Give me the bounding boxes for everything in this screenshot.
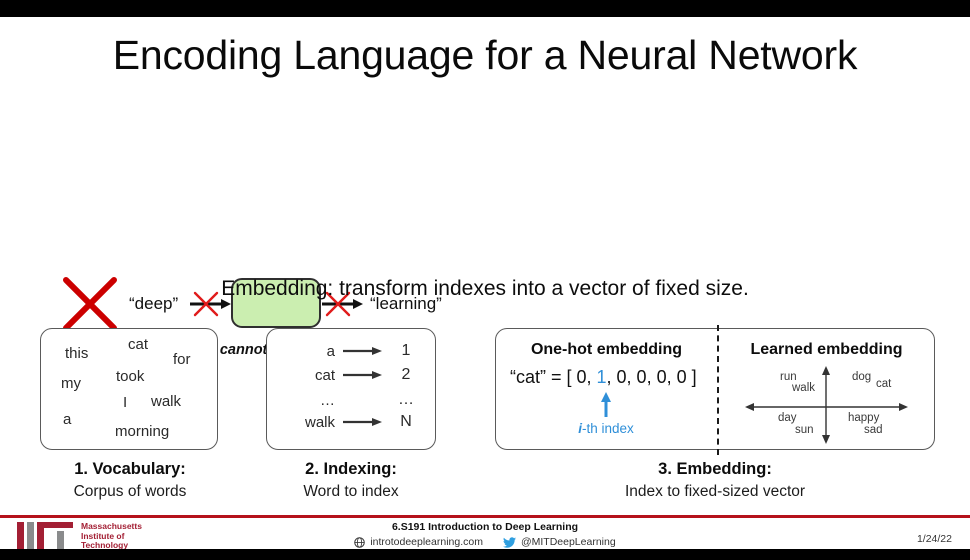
indexing-caption-title: 2. Indexing: [305, 460, 397, 478]
footer-date: 1/24/22 [916, 533, 952, 545]
twitter-bird-icon [502, 536, 516, 548]
index-row-word: walk [304, 413, 335, 431]
footer-twitter-text: @MITDeepLearning [520, 536, 616, 548]
embedding-word: walk [792, 382, 816, 394]
vocab-word: this [65, 345, 89, 362]
index-row-word: … [320, 391, 335, 409]
embedding-caption-title: 3. Embedding: [658, 460, 772, 478]
bottom-black-bar [0, 549, 970, 560]
vocab-word: walk [151, 393, 182, 410]
indexing-caption-subtitle: Word to index [303, 483, 399, 500]
index-arrow-icon [343, 345, 383, 357]
index-arrow-icon [343, 369, 383, 381]
embedding-axes-icon [744, 365, 909, 445]
indexing-box: a 1 cat 2 … … walk N [266, 328, 436, 450]
index-row: walk N [289, 413, 421, 431]
index-arrow-icon [343, 416, 383, 428]
footer-website-text: introtodeeplearning.com [370, 536, 483, 548]
i-th-index-text: -th index [581, 421, 634, 436]
footer-accent-rule [0, 515, 970, 518]
learned-heading: Learned embedding [750, 341, 903, 358]
footer-website-link[interactable]: introtodeeplearning.com [354, 536, 483, 548]
index-row-word: a [326, 342, 335, 360]
embedding-caption: 3. Embedding: Index to fixed-sized vecto… [560, 460, 870, 501]
embedding-word: day [778, 412, 797, 424]
one-hot-expr-prefix: “cat” = [ 0, [510, 367, 597, 387]
index-row-index: 1 [401, 342, 411, 359]
vocab-word: I [123, 394, 128, 411]
footer-links: introtodeeplearning.com @MITDeepLearning [0, 536, 970, 548]
one-hot-heading: One-hot embedding [530, 341, 683, 358]
index-row-word: cat [314, 366, 335, 384]
footer-center: 6.S191 Introduction to Deep Learning int… [0, 521, 970, 548]
slide-canvas: Encoding Language for a Neural Network “… [0, 0, 970, 560]
index-row-index: 2 [401, 366, 411, 383]
i-th-index-label: i-th index [536, 421, 676, 436]
embedding-word: dog [852, 371, 872, 383]
index-row-index: … [398, 391, 414, 408]
vocab-word: cat [128, 336, 149, 353]
embedding-box: One-hot embedding “cat” = [ 0, 1, 0, 0, … [495, 325, 935, 455]
embedding-word: happy [848, 412, 880, 424]
index-arrow-placeholder [343, 394, 383, 406]
page-title: Encoding Language for a Neural Network [112, 32, 858, 78]
embedding-caption-subtitle: Index to fixed-sized vector [624, 483, 806, 500]
vocab-word: took [116, 368, 145, 385]
vocabulary-caption: 1. Vocabulary: Corpus of words [25, 460, 235, 501]
footer-twitter-link[interactable]: @MITDeepLearning [502, 536, 616, 548]
index-row-index: N [400, 413, 412, 430]
globe-icon [354, 536, 366, 548]
vocabulary-caption-title: 1. Vocabulary: [74, 460, 186, 478]
vocabulary-caption-subtitle: Corpus of words [73, 483, 187, 500]
embedding-word: sad [864, 424, 883, 436]
i-th-index-arrow-icon [599, 392, 613, 418]
index-row-ellipsis: … … [289, 391, 421, 409]
top-black-bar [0, 0, 970, 17]
one-hot-expression: “cat” = [ 0, 1, 0, 0, 0, 0 ] [510, 367, 697, 388]
vocabulary-box: this cat for my took I walk a morning [40, 328, 218, 450]
embedding-word: sun [795, 424, 814, 436]
embedding-statement: Embedding: transform indexes into a vect… [221, 277, 749, 300]
footer-course-name: 6.S191 Introduction to Deep Learning [391, 521, 579, 533]
panel-requires-numerical-inputs: 0.1 0.8 0.6 0.9 0.2 0.4 [500, 130, 970, 240]
embedding-word: cat [876, 378, 892, 390]
one-hot-expr-suffix: , 0, 0, 0, 0 ] [606, 367, 697, 387]
vocab-word: my [61, 375, 81, 392]
vocab-word: a [63, 411, 72, 428]
index-row: cat 2 [289, 366, 421, 384]
vocab-word: morning [115, 423, 170, 440]
indexing-caption: 2. Indexing: Word to index [246, 460, 456, 501]
index-row: a 1 [289, 342, 421, 360]
panel-cannot-interpret-words: “deep” “learning” Neural networks cannot… [0, 130, 480, 358]
one-hot-hot-value: 1 [596, 367, 607, 387]
vocab-word: for [173, 351, 191, 368]
